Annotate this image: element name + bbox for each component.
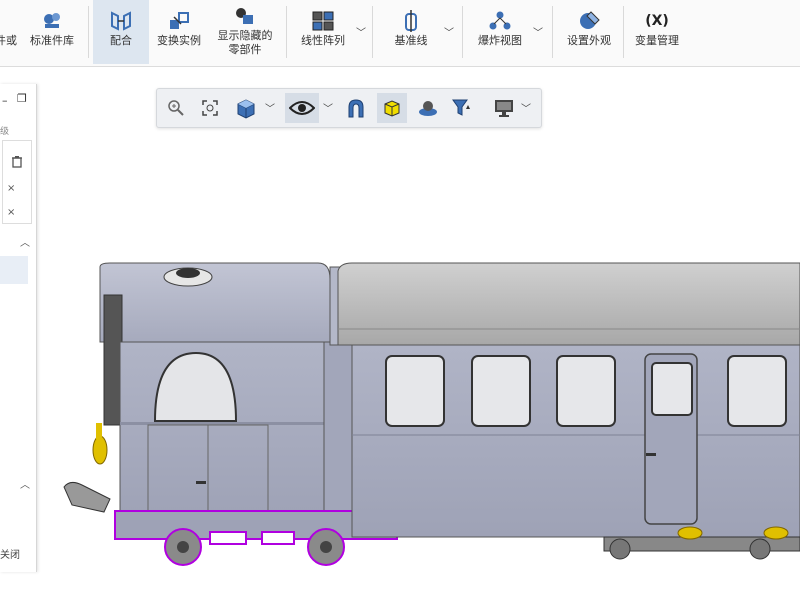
ribbon-label: 线性阵列 [301, 34, 345, 47]
train-model[interactable] [0, 67, 800, 600]
viewport-3d[interactable] [0, 67, 800, 600]
transform-instance-button[interactable]: 变换实例 [151, 0, 207, 64]
ribbon-label: 变换实例 [157, 34, 201, 47]
mate-icon [107, 8, 135, 34]
render-scene-icon[interactable] [413, 93, 443, 123]
ribbon-label: 标准件库 [30, 34, 74, 47]
ribbon-label: 件或 [0, 34, 17, 47]
ribbon-item-partial[interactable]: 件或 [0, 0, 20, 64]
selection-list[interactable]: × × [2, 140, 32, 224]
remove-item-icon[interactable]: × [7, 183, 15, 194]
ribbon-separator [623, 6, 624, 58]
view-orientation-dropdown[interactable]: ﹀ [265, 100, 275, 115]
exploded-view-button[interactable]: 爆炸视图 [468, 0, 532, 64]
ribbon-label: 变量管理 [635, 34, 679, 47]
linear-pattern-icon [309, 8, 337, 34]
appearance-icon [575, 8, 603, 34]
ribbon-label: 爆炸视图 [478, 34, 522, 47]
ribbon-separator [286, 6, 287, 58]
transform-icon [165, 8, 193, 34]
visibility-dropdown[interactable]: ﹀ [323, 100, 333, 115]
zoom-icon[interactable] [161, 93, 191, 123]
view-orientation-cube-icon[interactable] [231, 93, 261, 123]
set-appearance-button[interactable]: 设置外观 [558, 0, 620, 64]
exploded-view-icon [486, 8, 514, 34]
ribbon-separator [552, 6, 553, 58]
selected-row[interactable] [0, 256, 28, 284]
datum-line-icon [397, 8, 425, 34]
ribbon-label: 配合 [110, 34, 132, 47]
standard-parts-library-button[interactable]: 标准件库 [24, 0, 80, 64]
display-settings-icon[interactable] [489, 93, 519, 123]
datum-line-dropdown[interactable]: ﹀ [444, 24, 454, 39]
part-icon [0, 8, 24, 34]
visibility-eye-icon[interactable] [285, 93, 319, 123]
datum-line-button[interactable]: 基准线 [380, 0, 442, 64]
ribbon-toolbar: 件或 标准件库 配合 变换实例 显示隐藏的 零部件 线性阵列 ﹀ 基准线 ﹀ 爆… [0, 0, 800, 67]
ribbon-label: 基准线 [394, 34, 428, 47]
ribbon-label: 设置外观 [567, 34, 611, 47]
panel-restore-icon[interactable]: ❐ [17, 92, 27, 105]
panel-collapse-icon[interactable]: – [2, 94, 8, 107]
display-style-shaded-icon[interactable] [377, 93, 407, 123]
filter-icon[interactable] [447, 93, 477, 123]
ribbon-separator [88, 6, 89, 58]
ribbon-separator [372, 6, 373, 58]
display-settings-dropdown[interactable]: ﹀ [521, 100, 531, 115]
variable-manager-button[interactable]: (X) 变量管理 [628, 0, 686, 64]
ribbon-separator [462, 6, 463, 58]
view-toolbar: ﹀ ﹀ ﹀ [156, 88, 542, 128]
linear-pattern-button[interactable]: 线性阵列 [292, 0, 354, 64]
section-collapse-icon[interactable]: ︿ [20, 234, 30, 249]
close-label[interactable]: 关闭 [0, 546, 20, 561]
ribbon-label: 显示隐藏的 [217, 29, 273, 42]
property-panel: – ❐ 级 × × ︿ ︿ 关闭 [0, 84, 37, 572]
mate-button[interactable]: 配合 [93, 0, 149, 64]
trash-icon[interactable] [11, 155, 23, 171]
section-collapse-icon[interactable]: ︿ [20, 476, 30, 491]
zoom-fit-icon[interactable] [195, 93, 225, 123]
exploded-view-dropdown[interactable]: ﹀ [533, 24, 543, 39]
ribbon-label: 零部件 [228, 43, 262, 56]
show-hidden-icon [231, 3, 259, 29]
standard-parts-icon [38, 8, 66, 34]
variables-icon: (X) [645, 13, 669, 29]
remove-item-icon[interactable]: × [7, 207, 15, 218]
coach[interactable] [337, 262, 800, 560]
show-hidden-components-button[interactable]: 显示隐藏的 零部件 [210, 0, 280, 64]
panel-label: 级 [0, 127, 10, 137]
linear-pattern-dropdown[interactable]: ﹀ [356, 24, 366, 39]
section-view-icon[interactable] [341, 93, 371, 123]
